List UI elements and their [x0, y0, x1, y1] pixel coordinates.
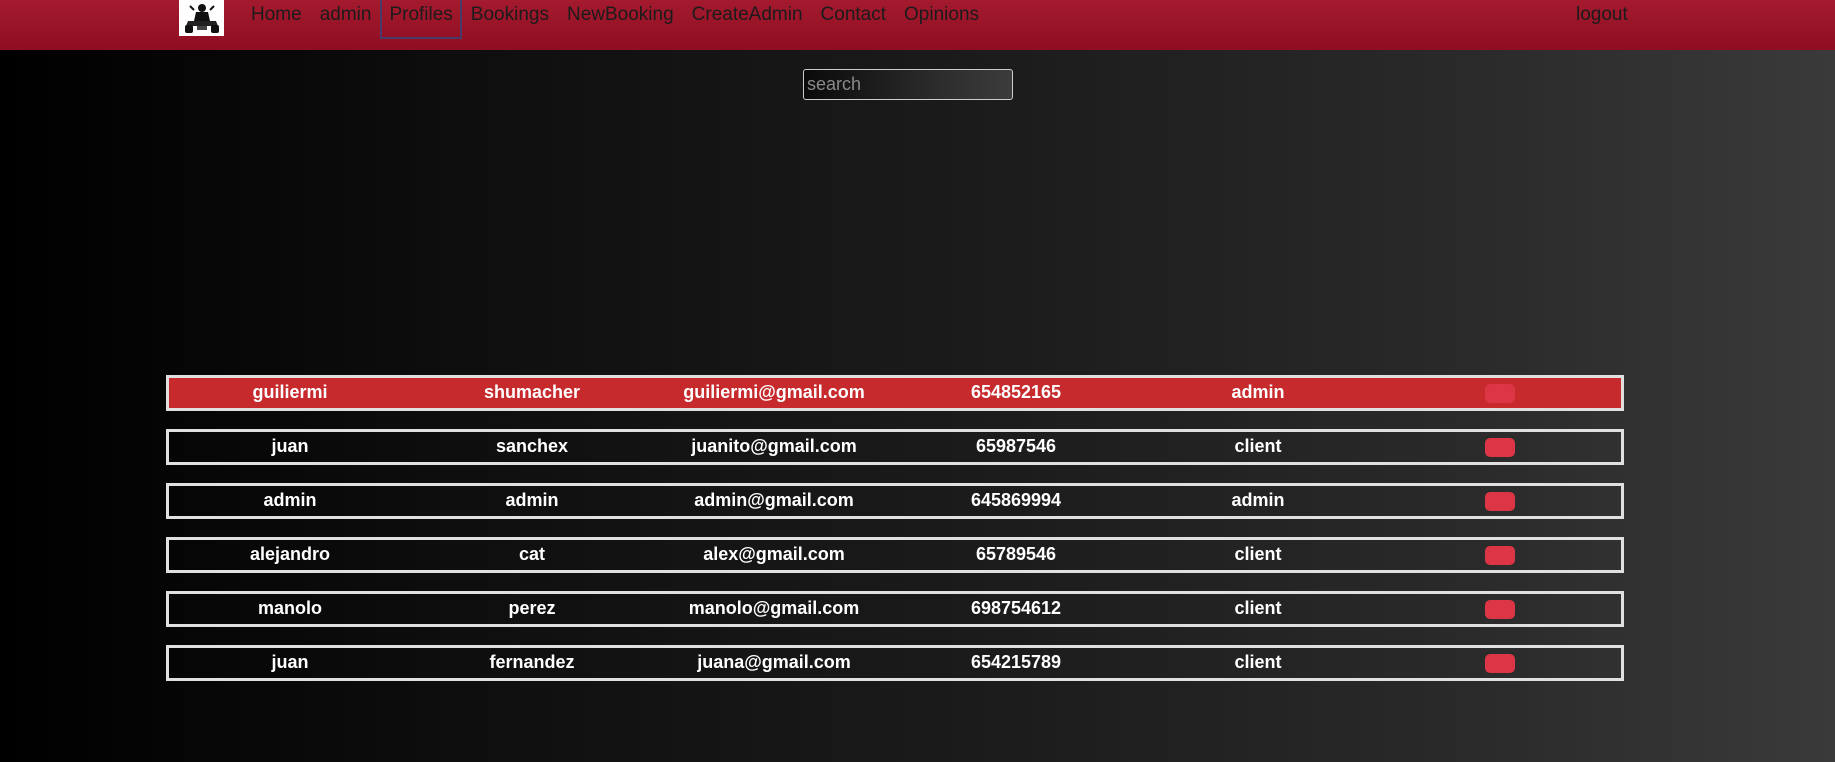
user-surname-cell: shumacher: [483, 382, 581, 402]
go-kart-logo-icon: [181, 1, 222, 35]
user-name-cell: admin: [263, 490, 317, 510]
user-email-cell: guiliermi@gmail.com: [683, 382, 865, 402]
user-email-cell: alex@gmail.com: [703, 544, 845, 564]
navbar: Home admin Profiles Bookings NewBooking …: [0, 0, 1835, 50]
user-role-cell: client: [1234, 598, 1282, 618]
nav-link-contact[interactable]: Contact: [812, 0, 895, 30]
user-surname-cell: cat: [518, 544, 545, 564]
table-row[interactable]: juan fernandez juana@gmail.com 654215789…: [166, 645, 1624, 681]
nav-link-profiles[interactable]: Profiles: [380, 0, 462, 39]
user-phone-cell: 645869994: [970, 490, 1062, 510]
user-phone-cell: 65789546: [975, 544, 1057, 564]
user-surname-cell: sanchex: [495, 436, 569, 456]
nav-link-admin[interactable]: admin: [311, 0, 381, 30]
table-row[interactable]: alejandro cat alex@gmail.com 65789546 cl…: [166, 537, 1624, 573]
users-table: guiliermi shumacher guiliermi@gmail.com …: [166, 375, 1624, 699]
user-email-cell: admin@gmail.com: [694, 490, 854, 510]
logo[interactable]: [179, 0, 224, 36]
delete-user-button[interactable]: [1485, 438, 1515, 457]
user-role-cell: admin: [1231, 382, 1285, 402]
user-name-cell: manolo: [257, 598, 322, 618]
user-phone-cell: 698754612: [970, 598, 1062, 618]
table-row[interactable]: manolo perez manolo@gmail.com 698754612 …: [166, 591, 1624, 627]
user-role-cell: client: [1234, 544, 1282, 564]
user-phone-cell: 654215789: [970, 652, 1062, 672]
user-name-cell: juan: [271, 436, 309, 456]
user-role-cell: client: [1234, 652, 1282, 672]
delete-user-button[interactable]: [1485, 654, 1515, 673]
nav-link-createadmin[interactable]: CreateAdmin: [683, 0, 812, 30]
nav-links: Home admin Profiles Bookings NewBooking …: [242, 0, 988, 39]
user-role-cell: client: [1234, 436, 1282, 456]
delete-user-button[interactable]: [1485, 492, 1515, 511]
nav-link-opinions[interactable]: Opinions: [895, 0, 988, 30]
table-row[interactable]: juan sanchex juanito@gmail.com 65987546 …: [166, 429, 1624, 465]
logout-link[interactable]: logout: [1576, 3, 1628, 27]
nav-link-home[interactable]: Home: [242, 0, 311, 30]
delete-user-button[interactable]: [1485, 546, 1515, 565]
user-surname-cell: perez: [508, 598, 556, 618]
user-email-cell: manolo@gmail.com: [688, 598, 860, 618]
user-email-cell: juanito@gmail.com: [691, 436, 857, 456]
table-row[interactable]: guiliermi shumacher guiliermi@gmail.com …: [166, 375, 1624, 411]
user-phone-cell: 65987546: [975, 436, 1057, 456]
user-surname-cell: fernandez: [489, 652, 575, 672]
table-row[interactable]: admin admin admin@gmail.com 645869994 ad…: [166, 483, 1624, 519]
delete-user-button[interactable]: [1485, 600, 1515, 619]
delete-user-button[interactable]: [1485, 384, 1515, 403]
user-phone-cell: 654852165: [970, 382, 1062, 402]
user-email-cell: juana@gmail.com: [697, 652, 851, 672]
nav-link-newbooking[interactable]: NewBooking: [558, 0, 683, 30]
user-name-cell: alejandro: [249, 544, 331, 564]
user-surname-cell: admin: [505, 490, 559, 510]
nav-link-bookings[interactable]: Bookings: [462, 0, 558, 30]
user-name-cell: guiliermi: [252, 382, 328, 402]
user-role-cell: admin: [1231, 490, 1285, 510]
user-name-cell: juan: [271, 652, 309, 672]
search-input[interactable]: [803, 69, 1013, 100]
